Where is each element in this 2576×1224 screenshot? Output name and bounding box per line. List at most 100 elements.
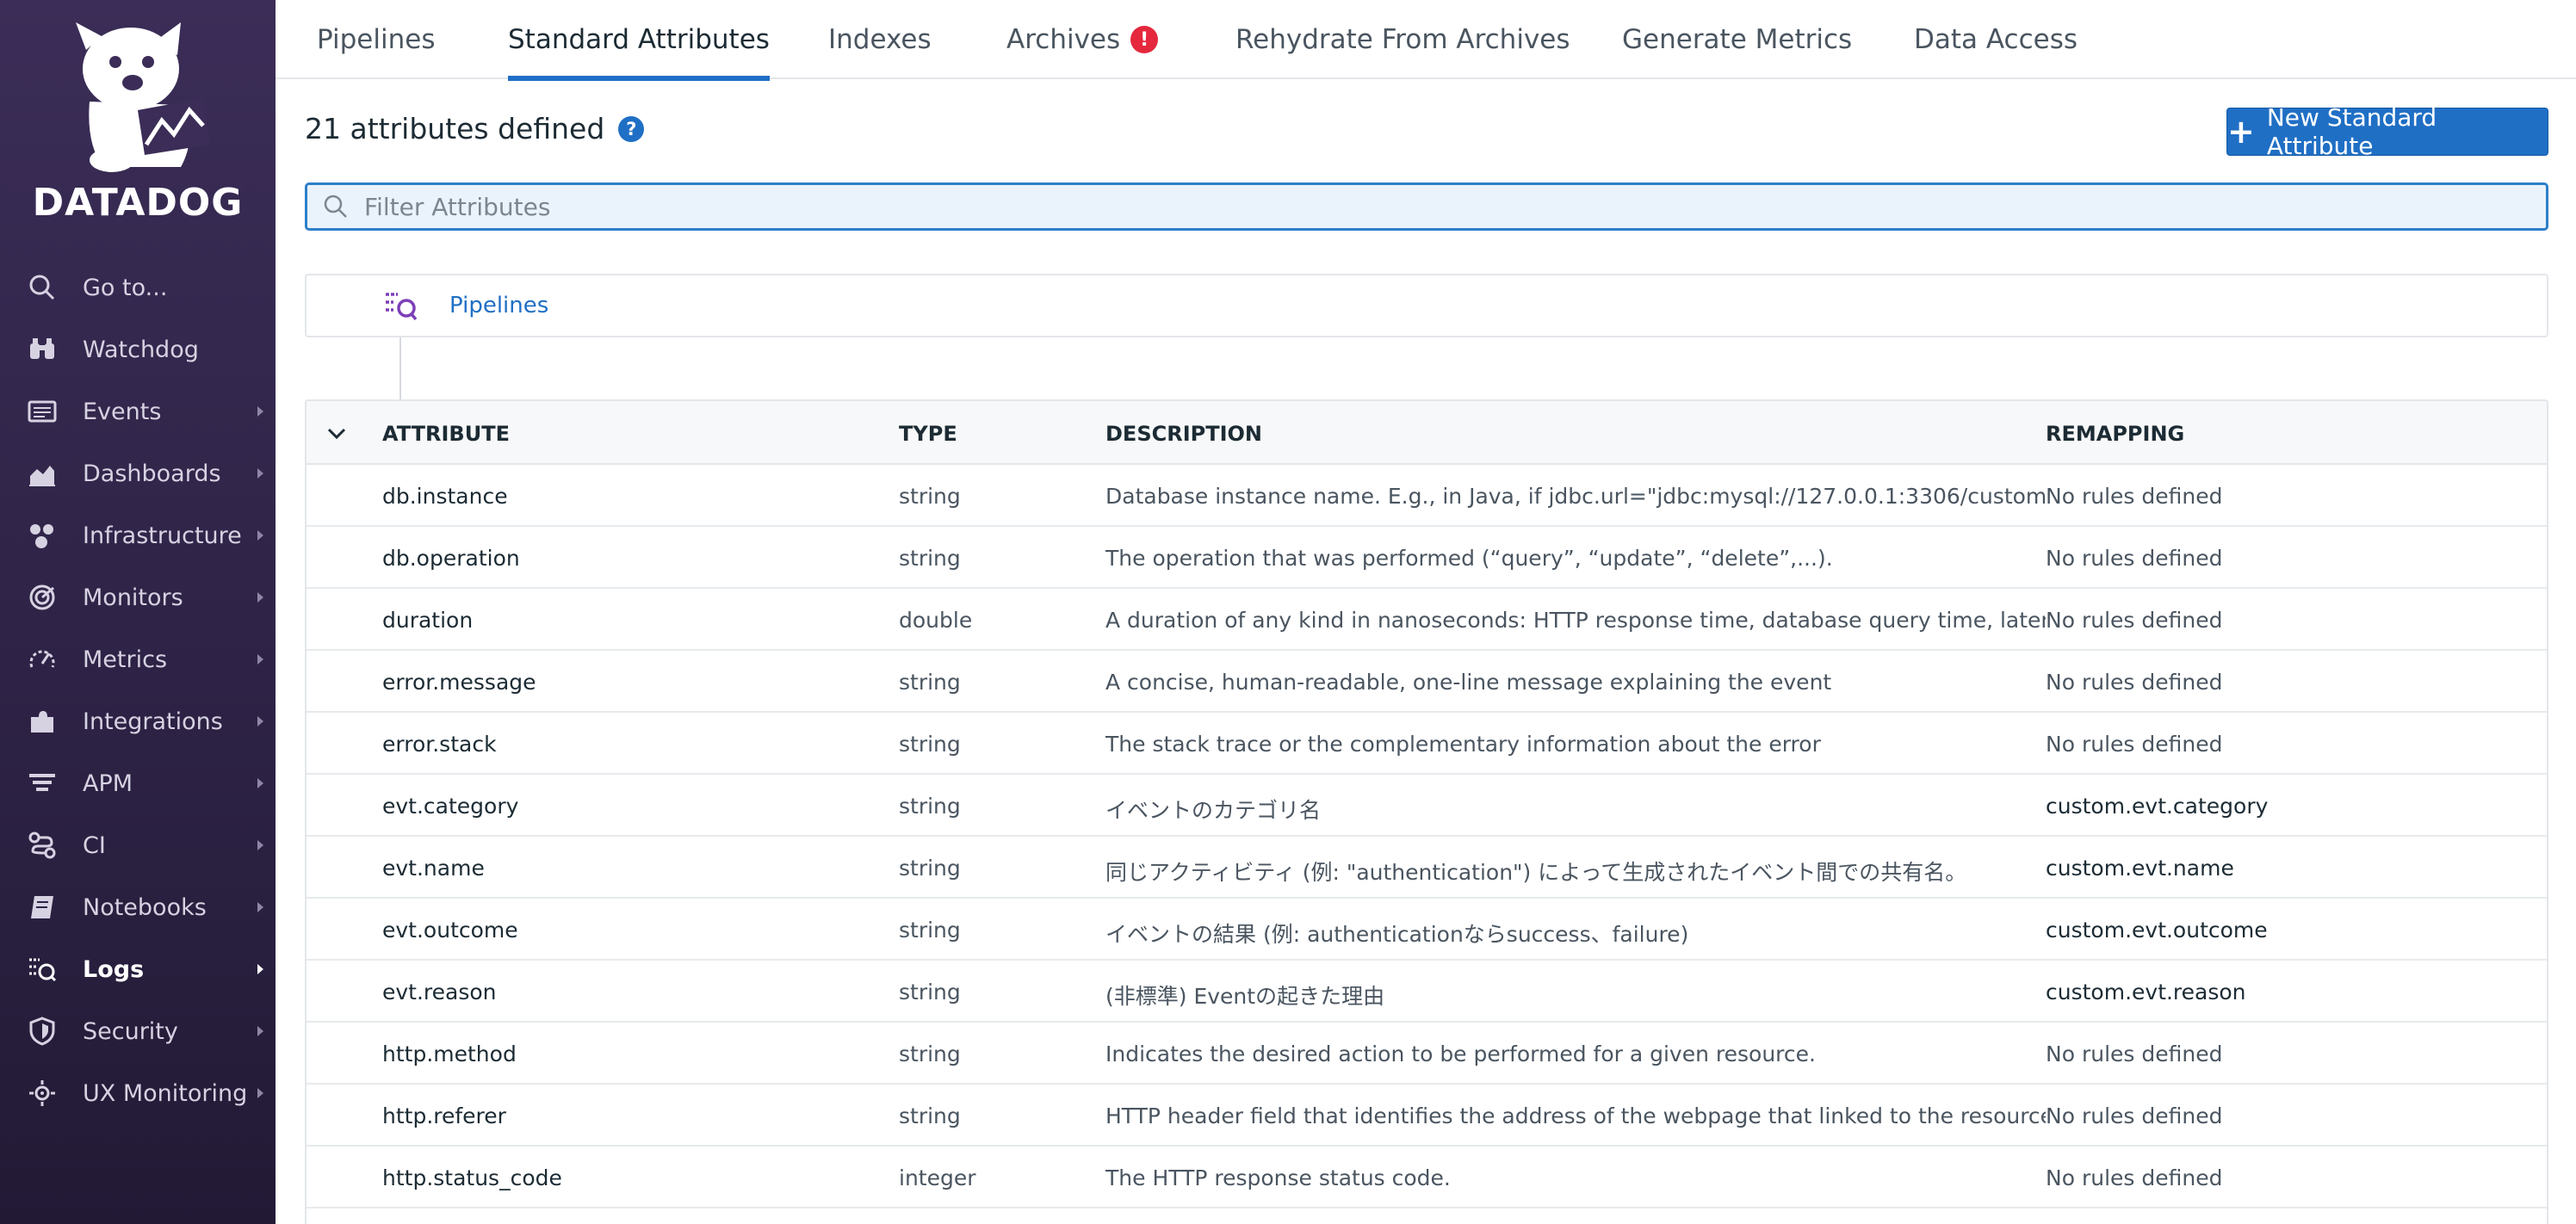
filter-attributes-field[interactable] bbox=[305, 182, 2548, 231]
search-icon bbox=[324, 195, 347, 218]
attribute-description: 同じアクティビティ (例: "authentication") によって生成され… bbox=[1105, 860, 1967, 885]
attribute-description: The operation that was performed (“query… bbox=[1105, 546, 1833, 571]
attribute-remapping: No rules defined bbox=[2046, 1103, 2223, 1128]
filter-attributes-input[interactable] bbox=[364, 192, 2430, 221]
tab-indexes[interactable]: Indexes bbox=[828, 0, 932, 79]
table-row[interactable]: duration double A duration of any kind i… bbox=[307, 589, 2547, 651]
table-header: ATTRIBUTE TYPE DESCRIPTION REMAPPING bbox=[307, 401, 2547, 465]
column-header-attribute[interactable]: ATTRIBUTE bbox=[382, 422, 510, 446]
tab-data-access[interactable]: Data Access bbox=[1914, 0, 2078, 79]
attribute-count: 21 attributes defined bbox=[305, 112, 605, 145]
sidebar-item-label: Metrics bbox=[83, 646, 168, 673]
binoculars-icon bbox=[26, 333, 59, 366]
sidebar-item-ux-monitoring[interactable]: UX Monitoring bbox=[0, 1062, 276, 1124]
sidebar-item-metrics[interactable]: Metrics bbox=[0, 628, 276, 690]
attribute-name: evt.name bbox=[382, 856, 485, 881]
sidebar-item-infrastructure[interactable]: Infrastructure bbox=[0, 504, 276, 566]
attribute-type: string bbox=[899, 732, 961, 757]
tab-pipelines[interactable]: Pipelines bbox=[317, 0, 435, 79]
metrics-icon bbox=[26, 643, 59, 676]
pipelines-link[interactable]: Pipelines bbox=[449, 293, 548, 318]
table-row[interactable]: evt.name string 同じアクティビティ (例: "authentic… bbox=[307, 837, 2547, 899]
sidebar-item-monitors[interactable]: Monitors bbox=[0, 566, 276, 628]
attribute-description: The HTTP response status code. bbox=[1105, 1165, 1451, 1190]
sidebar-item-events[interactable]: Events bbox=[0, 380, 276, 442]
table-row[interactable]: db.instance string Database instance nam… bbox=[307, 465, 2547, 527]
chevron-right-icon bbox=[257, 530, 263, 541]
tab-generate-metrics[interactable]: Generate Metrics bbox=[1622, 0, 1852, 79]
sidebar-item-label: Infrastructure bbox=[83, 522, 242, 549]
events-icon bbox=[26, 395, 59, 428]
sidebar-item-notebooks[interactable]: Notebooks bbox=[0, 876, 276, 938]
attribute-type: string bbox=[899, 980, 961, 1005]
chevron-right-icon bbox=[257, 1026, 263, 1036]
datadog-dog-icon bbox=[76, 22, 210, 172]
chevron-right-icon bbox=[257, 778, 263, 788]
search-icon bbox=[26, 271, 59, 304]
chevron-right-icon bbox=[257, 406, 263, 417]
attribute-name: error.message bbox=[382, 670, 536, 695]
attribute-type: string bbox=[899, 1103, 961, 1128]
sidebar-item-label: Integrations bbox=[83, 708, 223, 735]
table-row[interactable]: evt.category string イベントのカテゴリ名 custom.ev… bbox=[307, 775, 2547, 837]
sidebar-item-label: Notebooks bbox=[83, 893, 207, 921]
chevron-down-icon[interactable] bbox=[324, 420, 350, 446]
table-row[interactable]: http.method string Indicates the desired… bbox=[307, 1023, 2547, 1085]
table-row[interactable]: http.referer string HTTP header field th… bbox=[307, 1085, 2547, 1147]
table-row[interactable]: db.operation string The operation that w… bbox=[307, 527, 2547, 589]
sidebar-item-watchdog[interactable]: Watchdog bbox=[0, 318, 276, 380]
new-standard-attribute-button[interactable]: + New Standard Attribute bbox=[2226, 103, 2548, 160]
tab-label: Pipelines bbox=[317, 24, 436, 55]
table-row[interactable]: evt.reason string (非標準) Eventの起きた理由 cust… bbox=[307, 961, 2547, 1023]
attribute-remapping: No rules defined bbox=[2046, 546, 2223, 571]
sidebar-item-goto[interactable]: Go to... bbox=[0, 257, 276, 318]
table-row[interactable]: error.message string A concise, human-re… bbox=[307, 651, 2547, 713]
chevron-right-icon bbox=[257, 654, 263, 665]
shield-icon bbox=[26, 1015, 59, 1048]
sidebar-item-apm[interactable]: APM bbox=[0, 752, 276, 814]
sidebar-item-ci[interactable]: CI bbox=[0, 814, 276, 876]
standard-attributes-table: ATTRIBUTE TYPE DESCRIPTION REMAPPING db.… bbox=[305, 399, 2548, 1224]
attribute-description: HTTP header field that identifies the ad… bbox=[1105, 1103, 2046, 1128]
attribute-type: string bbox=[899, 794, 961, 819]
sidebar-item-dashboards[interactable]: Dashboards bbox=[0, 442, 276, 504]
attribute-name: http.referer bbox=[382, 1103, 506, 1128]
button-label: New Standard Attribute bbox=[2266, 103, 2437, 160]
column-header-type[interactable]: TYPE bbox=[899, 422, 957, 446]
tab-standard-attributes[interactable]: Standard Attributes bbox=[508, 0, 770, 81]
tab-rehydrate-from-archives[interactable]: Rehydrate From Archives bbox=[1235, 0, 1570, 79]
attribute-type: string bbox=[899, 1042, 961, 1066]
attribute-remapping: No rules defined bbox=[2046, 484, 2223, 509]
attribute-description: A duration of any kind in nanoseconds: H… bbox=[1105, 608, 2046, 633]
sidebar-item-security[interactable]: Security bbox=[0, 1000, 276, 1062]
help-icon[interactable]: ? bbox=[618, 115, 645, 142]
sidebar-item-label: CI bbox=[83, 831, 106, 859]
attribute-type: double bbox=[899, 608, 973, 633]
monitors-icon bbox=[26, 581, 59, 614]
attribute-name: evt.category bbox=[382, 794, 519, 819]
attribute-name: db.operation bbox=[382, 546, 520, 571]
attribute-remapping: custom.evt.outcome bbox=[2046, 918, 2268, 943]
attribute-remapping: custom.evt.reason bbox=[2046, 980, 2246, 1005]
datadog-logo[interactable]: DATADOG bbox=[0, 15, 276, 231]
alert-icon: ! bbox=[1130, 26, 1159, 53]
attribute-name: duration bbox=[382, 608, 474, 633]
column-header-remapping[interactable]: REMAPPING bbox=[2046, 422, 2184, 446]
logs-config-tabs: Pipelines Standard Attributes Indexes Ar… bbox=[276, 0, 2576, 81]
attribute-type: string bbox=[899, 546, 961, 571]
attribute-remapping: No rules defined bbox=[2046, 732, 2223, 757]
dashboards-icon bbox=[26, 457, 59, 490]
sidebar-item-logs[interactable]: Logs bbox=[0, 938, 276, 1000]
tab-label: Rehydrate From Archives bbox=[1235, 24, 1570, 55]
attribute-description: イベントのカテゴリ名 bbox=[1105, 798, 1322, 823]
column-header-description[interactable]: DESCRIPTION bbox=[1105, 422, 1262, 446]
sidebar: DATADOG Go to... Watchdog Events Dashboa… bbox=[0, 0, 276, 1224]
tab-archives[interactable]: Archives ! bbox=[1006, 0, 1159, 79]
attribute-remapping: custom.evt.category bbox=[2046, 794, 2269, 819]
table-row[interactable]: evt.outcome string イベントの結果 (例: authentic… bbox=[307, 899, 2547, 961]
table-row[interactable]: error.stack string The stack trace or th… bbox=[307, 713, 2547, 775]
tab-label: Archives bbox=[1006, 24, 1121, 55]
attribute-remapping: No rules defined bbox=[2046, 608, 2223, 633]
sidebar-item-integrations[interactable]: Integrations bbox=[0, 690, 276, 752]
table-row[interactable]: http.status_code integer The HTTP respon… bbox=[307, 1147, 2547, 1209]
